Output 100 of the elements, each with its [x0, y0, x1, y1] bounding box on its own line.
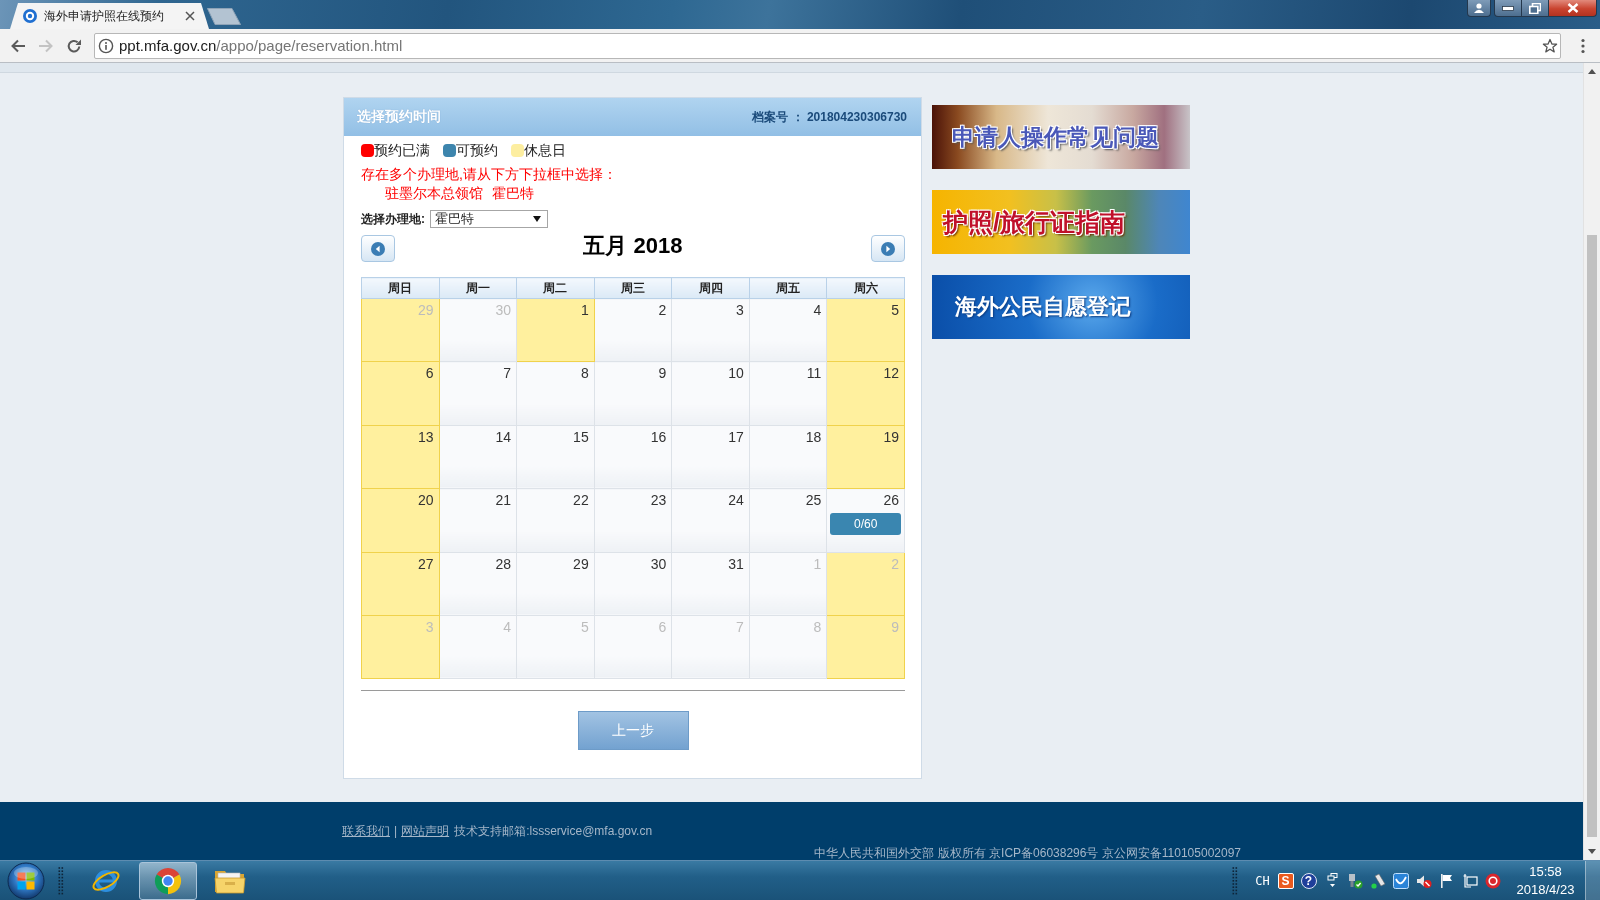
location-name: 霍巴特 [492, 184, 534, 203]
browser-tab[interactable]: 海外申请护照在线预约 [10, 3, 209, 29]
star-icon[interactable] [1542, 37, 1558, 54]
slot-count-badge[interactable]: 0/60 [830, 513, 901, 536]
day-cell[interactable]: 11 [749, 361, 827, 426]
usb-stick-icon[interactable] [1369, 872, 1386, 889]
close-window-button[interactable] [1549, 0, 1597, 17]
day-cell[interactable]: 23 [594, 488, 672, 553]
network-icon[interactable] [1461, 872, 1478, 889]
caret-down-icon [533, 216, 541, 222]
day-cell[interactable]: 18 [749, 425, 827, 489]
day-number: 22 [573, 492, 590, 509]
minimize-button[interactable] [1494, 0, 1522, 17]
day-cell[interactable]: 6 [361, 361, 440, 426]
location-select[interactable]: 霍巴特 [430, 210, 548, 228]
banner-link[interactable]: 护照/旅行证指南 [932, 190, 1190, 254]
legend-label: 预约已满 [374, 142, 430, 158]
day-cell[interactable]: 22 [516, 488, 595, 553]
day-cell[interactable]: 26 0/60 [826, 488, 905, 553]
day-cell[interactable]: 24 [671, 488, 750, 553]
day-cell[interactable]: 15 [516, 425, 595, 489]
day-number: 8 [580, 365, 590, 382]
day-cell[interactable]: 10 [671, 361, 750, 426]
menu-icon[interactable] [1581, 37, 1585, 54]
day-cell[interactable]: 21 [439, 488, 517, 553]
minimize-icon [1502, 5, 1514, 11]
day-number: 5 [580, 618, 590, 635]
day-number: 12 [883, 365, 900, 382]
day-cell[interactable]: 30 [594, 552, 672, 616]
circle-arrow-right-icon [881, 241, 895, 256]
day-cell[interactable]: 1 [516, 298, 595, 362]
day-number: 6 [425, 365, 435, 382]
back-arrow-icon[interactable] [10, 37, 26, 54]
flag-icon[interactable] [1438, 872, 1455, 889]
day-cell[interactable]: 20 [361, 488, 440, 553]
start-orb-icon[interactable] [7, 861, 45, 900]
scrollbar-thumb[interactable] [1587, 235, 1597, 837]
next-month-button[interactable] [871, 235, 905, 262]
restore-button[interactable] [1522, 0, 1549, 17]
day-cell[interactable]: 8 [516, 361, 595, 426]
new-tab-button[interactable] [207, 8, 241, 25]
day-cell[interactable]: 27 [361, 552, 440, 616]
scrollbar[interactable] [1583, 63, 1600, 860]
banner-link[interactable]: 申请人操作常见问题 [932, 105, 1190, 169]
day-cell[interactable]: 4 [749, 298, 827, 362]
day-cell[interactable]: 12 [826, 361, 905, 426]
browser-icon [153, 865, 183, 896]
language-indicator[interactable]: CH [1251, 873, 1274, 888]
day-number: 6 [658, 618, 668, 635]
plug-check-icon[interactable] [1346, 872, 1363, 889]
reload-icon[interactable] [66, 37, 82, 54]
day-number: 25 [805, 492, 823, 509]
help-badge[interactable]: ? [1300, 872, 1317, 889]
circle-logo-icon[interactable] [1484, 872, 1501, 889]
footer-link[interactable]: 联系我们 [342, 823, 390, 839]
banner-link[interactable]: 海外公民自愿登记 [932, 275, 1190, 339]
weekday-header: 周六 [826, 277, 905, 299]
day-cell[interactable]: 16 [594, 425, 672, 489]
day-number: 2 [891, 555, 900, 572]
day-cell[interactable]: 31 [671, 552, 750, 616]
day-number: 29 [418, 302, 435, 318]
day-cell[interactable]: 17 [671, 425, 750, 489]
day-number: 10 [728, 365, 745, 382]
close-icon [1566, 3, 1579, 13]
swoosh-tile-icon[interactable] [1392, 872, 1409, 889]
day-cell[interactable]: 28 [439, 552, 517, 616]
file-number-text: 档案号 ： 201804230306730 [752, 108, 907, 126]
day-number: 3 [736, 302, 745, 318]
footer-link[interactable]: 网站声明 [401, 823, 450, 839]
weekday-header: 周一 [439, 277, 517, 299]
day-cell[interactable]: 3 [671, 298, 750, 362]
day-cell[interactable]: 9 [594, 361, 672, 426]
day-cell[interactable]: 5 [826, 298, 905, 362]
day-number: 17 [728, 428, 745, 445]
close-icon[interactable] [185, 11, 195, 21]
day-cell[interactable]: 14 [439, 425, 517, 489]
profile-button[interactable] [1467, 0, 1491, 17]
day-number: 13 [418, 428, 435, 445]
weekday-header: 周日 [361, 277, 440, 299]
info-icon[interactable] [98, 37, 114, 54]
day-number: 19 [883, 428, 900, 445]
day-cell[interactable]: 2 [594, 298, 672, 362]
grip-icon [58, 865, 64, 896]
day-cell[interactable]: 13 [361, 425, 440, 489]
day-cell[interactable]: 19 [826, 425, 905, 489]
circle-arrow-left-icon [371, 241, 385, 256]
weekday-header: 周五 [749, 277, 827, 299]
day-cell[interactable]: 29 [516, 552, 595, 616]
address-field[interactable]: ppt.mfa.gov.cn/appo/page/reservation.html [94, 32, 1561, 59]
panel-title: 选择预约时间 [357, 108, 441, 126]
day-cell[interactable]: 7 [439, 361, 517, 426]
day-cell[interactable]: 25 [749, 488, 827, 553]
taskbar-app-button[interactable] [139, 861, 197, 900]
day-number: 31 [728, 555, 745, 572]
input-method-badge[interactable]: S [1277, 872, 1294, 889]
day-number: 9 [891, 618, 900, 635]
prev-month-button[interactable] [361, 235, 395, 262]
location-name: 驻墨尔本总领馆 [385, 184, 483, 203]
day-number: 1 [580, 302, 590, 318]
day-number: 5 [891, 302, 900, 318]
